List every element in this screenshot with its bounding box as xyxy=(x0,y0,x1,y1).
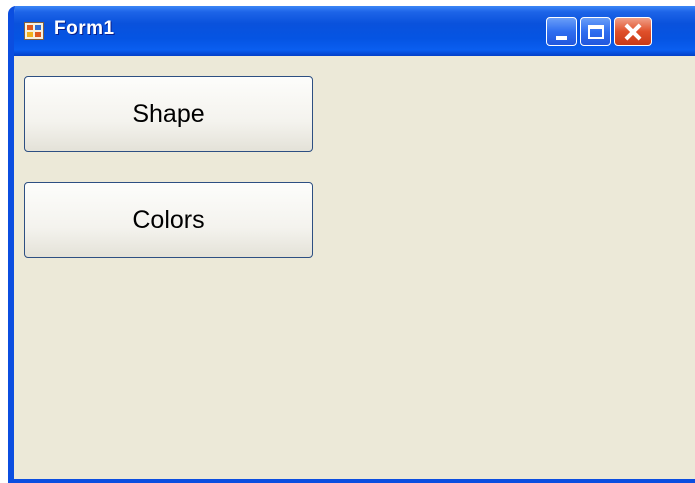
title-bar[interactable]: Form1 xyxy=(14,6,695,56)
form-icon xyxy=(24,22,44,40)
maximize-icon xyxy=(587,24,604,39)
colors-button[interactable]: Colors xyxy=(24,182,313,258)
close-button[interactable] xyxy=(614,17,652,46)
form1-window: Form1 Shape Colors xyxy=(8,6,695,483)
maximize-button[interactable] xyxy=(580,17,611,46)
minimize-icon xyxy=(556,35,567,40)
window-title: Form1 xyxy=(54,18,115,39)
shape-button[interactable]: Shape xyxy=(24,76,313,152)
close-icon xyxy=(624,23,642,41)
minimize-button[interactable] xyxy=(546,17,577,46)
